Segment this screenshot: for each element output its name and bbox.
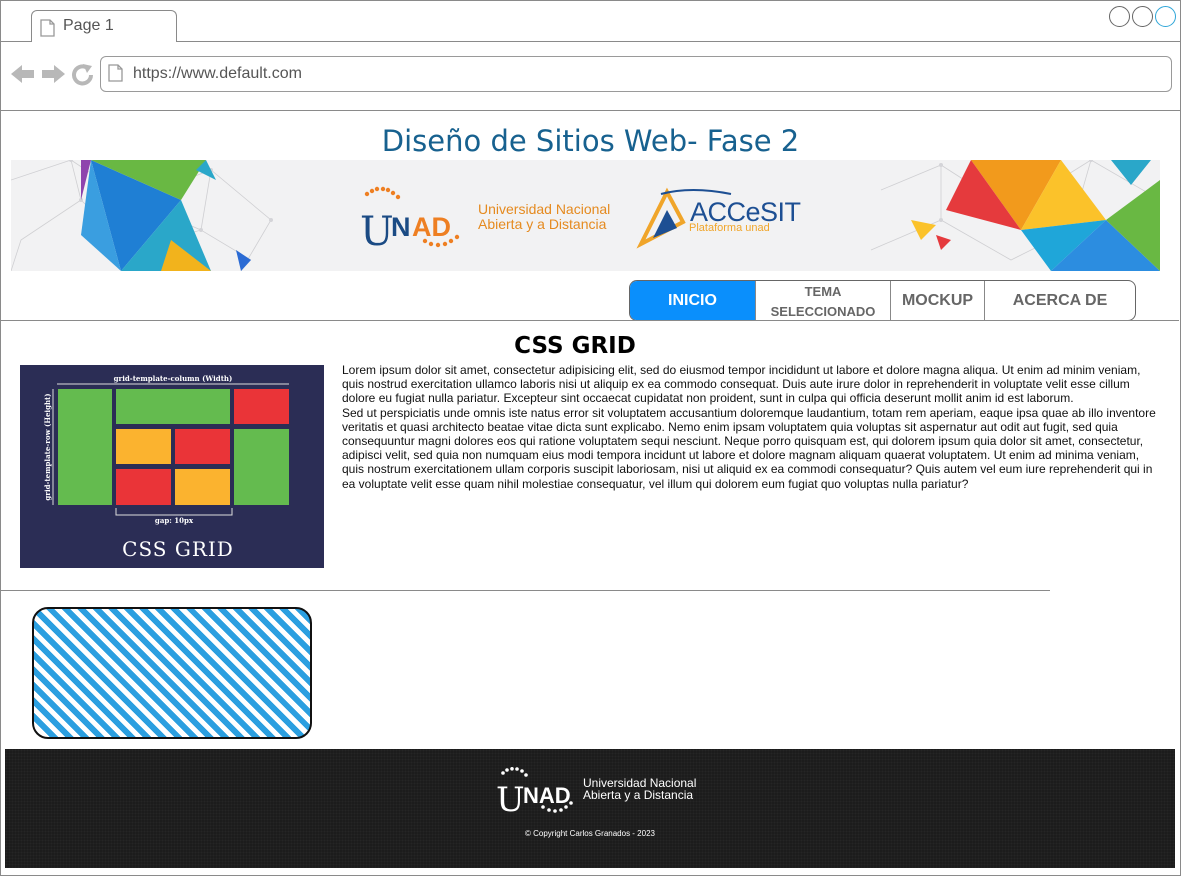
forward-arrow-icon[interactable] [41,64,65,84]
page-icon [108,64,123,82]
footer-uni-line2: Abierta y a Distancia [583,788,694,802]
footer-unad-logo: U NAD [496,767,573,815]
divider [0,320,1179,321]
grid-gap-label: gap: 10px [155,516,194,525]
window-controls [1109,6,1176,27]
url-text: https://www.default.com [133,65,302,82]
close-button[interactable] [1155,6,1176,27]
navigation-bar: https://www.default.com [1,42,1180,111]
copyright-text: © Copyright Carlos Granados - 2023 [525,829,655,838]
divider [0,590,1050,591]
browser-tab[interactable]: Page 1 [31,10,177,42]
menu-item-label-line2: SELECCIONADO [770,303,876,319]
body-text: Lorem ipsum dolor sit amet, consectetur … [342,363,1164,491]
site-title: Diseño de Sitios Web- Fase 2 [381,124,800,158]
maximize-button[interactable] [1132,6,1153,27]
footer-university-name: Universidad Nacional Abierta y a Distanc… [583,777,696,801]
svg-text:U: U [496,780,525,815]
grid-image-caption: CSS GRID [122,537,234,561]
grid-side-label: grid-template-row (Height) [43,393,52,500]
back-arrow-icon[interactable] [11,64,35,84]
header-banner: U N AD Universidad Nacional Abierta y a … [11,160,1160,271]
unad-logo: U N AD [360,186,460,255]
svg-text:AD: AD [412,212,451,242]
section-title: CSS GRID [514,333,636,359]
image-placeholder [32,607,312,739]
menu-item-inicio[interactable]: INICIO [630,281,756,320]
main-menu: INICIO TEMA SELECCIONADO MOCKUP ACERCA D… [629,280,1136,321]
menu-item-label-line1: TEMA [804,283,842,299]
svg-text:N: N [391,212,411,242]
paragraph: Lorem ipsum dolor sit amet, consectetur … [342,363,1141,406]
footer: U NAD Universidad Nacional Abierta y a D… [5,749,1175,868]
svg-text:NAD: NAD [523,783,571,808]
svg-text:U: U [360,209,394,255]
menu-item-mockup[interactable]: MOCKUP [891,281,985,320]
grid-top-label: grid-template-column (Width) [114,374,233,383]
unad-name-line1: Universidad Nacional [478,201,611,217]
page-icon [40,19,55,37]
unad-name-line2: Abierta y a Distancia [478,216,607,232]
accesit-subtitle: Plataforma unad [689,222,770,234]
address-bar[interactable]: https://www.default.com [100,56,1172,92]
tab-bar: Page 1 [1,1,1180,42]
css-grid-image: grid-template-column (Width) grid-templa… [20,365,324,568]
paragraph: Sed ut perspiciatis unde omnis iste natu… [342,405,1156,491]
reload-icon[interactable] [71,64,95,86]
minimize-button[interactable] [1109,6,1130,27]
tab-label: Page 1 [63,17,114,34]
unad-university-name: Universidad Nacional Abierta y a Distanc… [478,202,610,232]
menu-item-acerca-de[interactable]: ACERCA DE [985,281,1135,320]
menu-item-tema-seleccionado[interactable]: TEMA SELECCIONADO [756,281,891,320]
